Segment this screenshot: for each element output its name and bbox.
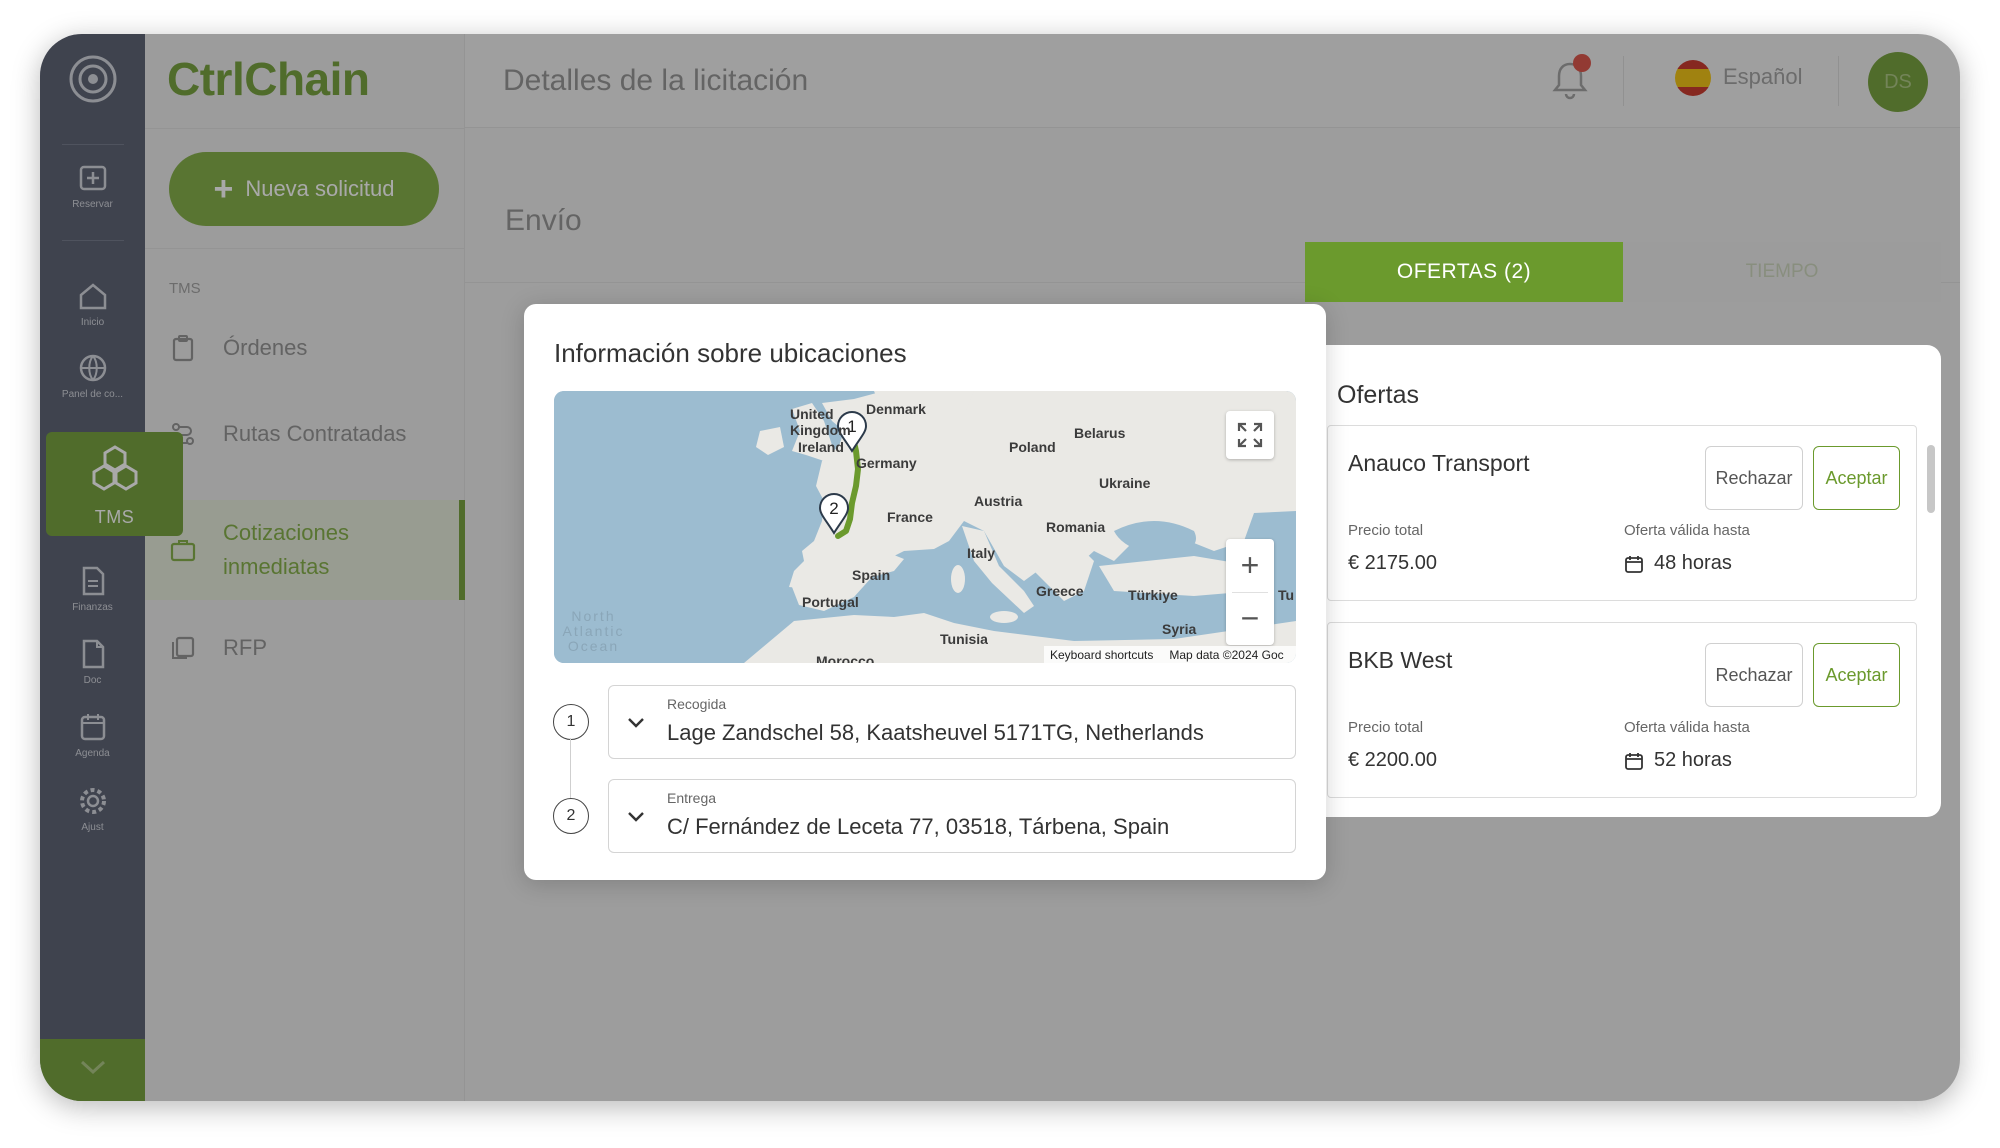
carrier-name: BKB West [1348, 647, 1453, 673]
map-label-poland: Poland [1009, 439, 1056, 455]
map-label-romania: Romania [1046, 519, 1106, 535]
offer-card: Anauco Transport Rechazar Aceptar Precio… [1327, 425, 1917, 601]
carrier-name: Anauco Transport [1348, 450, 1530, 476]
locations-modal: Información sobre ubicaciones 1 2 Denmar… [524, 304, 1326, 880]
map-label-ukraine: Ukraine [1099, 475, 1151, 491]
stop-number: 2 [553, 798, 589, 834]
calendar-icon [1625, 752, 1643, 770]
map-attribution: Keyboard shortcuts Map data ©2024 Goc [1044, 646, 1296, 663]
map-label-italy: Italy [967, 545, 996, 561]
route-map[interactable]: 1 2 Denmark United Kingdom Ireland Belar… [554, 391, 1296, 663]
tab-ofertas[interactable]: OFERTAS (2) [1305, 242, 1623, 302]
valid-value: 52 horas [1624, 749, 1732, 772]
price-value: € 2200.00 [1348, 749, 1437, 771]
map-label-spain: Spain [852, 567, 891, 583]
valid-hours: 48 horas [1654, 552, 1732, 574]
app-window: Reservar Inicio Panel de co... Finanzas … [40, 34, 1960, 1101]
valid-label: Oferta válida hasta [1624, 522, 1750, 539]
keyboard-shortcuts-link[interactable]: Keyboard shortcuts [1050, 648, 1153, 662]
map-label-tunisia: Tunisia [940, 631, 988, 647]
zoom-in-button[interactable]: + [1226, 539, 1274, 592]
stop-address: C/ Fernández de Leceta 77, 03518, Tárben… [667, 814, 1170, 839]
stop-type-label: Recogida [667, 696, 727, 712]
zoom-out-button[interactable]: − [1226, 592, 1274, 645]
map-label-portugal: Portugal [802, 594, 859, 610]
map-data-text: Map data ©2024 Goc [1169, 647, 1284, 662]
price-value: € 2175.00 [1348, 552, 1437, 574]
stop-type-label: Entrega [667, 790, 717, 806]
valid-hours: 52 horas [1654, 749, 1732, 771]
map-label-tu: Tu [1278, 587, 1295, 603]
stop-address: Lage Zandschel 58, Kaatsheuvel 5171TG, N… [667, 720, 1204, 745]
scrollbar[interactable] [1927, 445, 1935, 513]
offer-card: BKB West Rechazar Aceptar Precio total €… [1327, 622, 1917, 798]
map-label-france: France [887, 509, 933, 525]
fullscreen-icon [1237, 422, 1263, 448]
map-label-ocean: North Atlantic Ocean [562, 608, 625, 654]
price-label: Precio total [1348, 522, 1424, 539]
map-label-syria: Syria [1162, 621, 1197, 637]
valid-value: 48 horas [1624, 552, 1732, 575]
map-label-turkiye: Türkiye [1128, 587, 1178, 603]
modal-title: Información sobre ubicaciones [554, 338, 907, 368]
accept-button[interactable]: Aceptar [1813, 643, 1900, 707]
map-label-ireland: Ireland [798, 439, 844, 455]
delivery-marker-label: 2 [829, 499, 839, 518]
reject-button[interactable]: Rechazar [1705, 446, 1803, 510]
fullscreen-button[interactable] [1226, 411, 1274, 459]
chevron-down-icon[interactable] [625, 806, 647, 828]
map-label-greece: Greece [1036, 583, 1084, 599]
zoom-divider [1232, 592, 1268, 593]
offers-panel: Ofertas Anauco Transport Rechazar Acepta… [1305, 345, 1941, 817]
map-label-denmark: Denmark [866, 401, 926, 417]
chevron-down-icon[interactable] [625, 712, 647, 734]
delivery-stop[interactable]: Entrega C/ Fernández de Leceta 77, 03518… [608, 779, 1296, 853]
map-label-belarus: Belarus [1074, 425, 1126, 441]
calendar-icon [1625, 555, 1643, 573]
reject-button[interactable]: Rechazar [1705, 643, 1803, 707]
map-label-austria: Austria [974, 493, 1023, 509]
zoom-control: + − [1226, 539, 1274, 645]
map-label-germany: Germany [856, 455, 917, 471]
pickup-stop[interactable]: Recogida Lage Zandschel 58, Kaatsheuvel … [608, 685, 1296, 759]
accept-button[interactable]: Aceptar [1813, 446, 1900, 510]
offers-title: Ofertas [1337, 381, 1419, 409]
price-label: Precio total [1348, 719, 1424, 736]
valid-label: Oferta válida hasta [1624, 719, 1750, 736]
stop-number: 1 [553, 704, 589, 740]
map-label-morocco: Morocco [816, 653, 875, 663]
